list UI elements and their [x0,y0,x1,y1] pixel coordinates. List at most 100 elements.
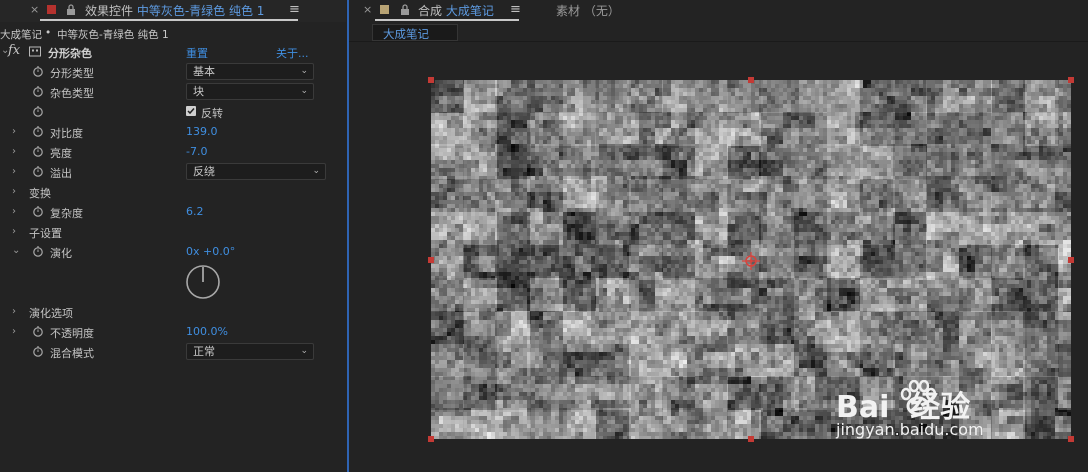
lock-icon[interactable] [400,4,410,15]
comp-subtab-label: 大成笔记 [383,27,429,41]
stopwatch-icon[interactable] [32,85,44,97]
complexity-value[interactable]: 6.2 [186,205,204,218]
noise-type-label: 杂色类型 [50,87,94,100]
noise-type-dropdown[interactable]: 块 ⌄ [186,83,314,100]
evolution-options-row: › 演化选项 [0,302,346,322]
fractal-type-value: 基本 [193,65,215,78]
stopwatch-icon[interactable] [32,325,44,337]
close-comp-tab-button[interactable]: × [363,3,372,16]
comp-subtab-separator [349,41,1088,42]
sub-settings-label[interactable]: 子设置 [29,225,62,241]
fractal-type-label: 分形类型 [50,67,94,80]
footage-tab[interactable]: 素材 （无） [556,2,620,19]
transform-row: › 变换 [0,182,346,202]
opacity-value[interactable]: 100.0% [186,325,228,338]
fx-toggle-icon[interactable]: fx [8,43,20,58]
invert-row: 反转 [0,102,346,122]
checkmark-icon [187,108,195,115]
layer-color-label-icon [47,5,56,14]
layer-handle-top-center[interactable] [748,77,754,83]
expand-chevron-icon[interactable]: › [12,126,16,137]
invert-label: 反转 [201,107,223,120]
sub-settings-row: › 子设置 [0,222,346,242]
breadcrumb-layer[interactable]: 中等灰色-青绿色 纯色 1 [57,27,169,42]
comp-subtab[interactable]: 大成笔记 [372,24,458,41]
evolution-value[interactable]: 0x +0.0° [186,245,235,258]
layer-handle-bottom-center[interactable] [748,436,754,442]
layer-handle-top-right[interactable] [1068,77,1074,83]
noise-type-row: 杂色类型 块 ⌄ [0,82,346,102]
effect-controls-tab-bar: × 效果控件 中等灰色-青绿色 纯色 1 ≡ [0,0,346,22]
breadcrumb-separator: • [45,27,52,39]
invert-checkbox[interactable] [186,106,196,116]
expand-chevron-icon[interactable]: › [12,166,16,177]
brightness-label: 亮度 [50,147,72,160]
fractal-type-row: 分形类型 基本 ⌄ [0,62,346,82]
brightness-value[interactable]: -7.0 [186,145,207,158]
opacity-row: › 不透明度 100.0% [0,322,346,342]
stopwatch-icon[interactable] [32,205,44,217]
active-tab-underline [40,19,298,21]
expand-chevron-icon[interactable]: › [12,186,16,197]
expand-chevron-icon[interactable]: › [12,226,16,237]
complexity-row: › 复杂度 6.2 [0,202,346,222]
watermark-url: jingyan.baidu.com [836,420,984,439]
layer-handle-bottom-right[interactable] [1068,436,1074,442]
noise-type-value: 块 [193,85,204,98]
close-tab-button[interactable]: × [30,3,39,16]
expand-chevron-icon[interactable]: › [12,326,16,337]
comp-tab-name: 大成笔记 [445,4,494,18]
baidu-watermark: Bai 经验 [836,378,1032,425]
effect-preset-icon [29,46,41,57]
brightness-row: › 亮度 -7.0 [0,142,346,162]
stopwatch-icon[interactable] [32,105,44,117]
stopwatch-icon[interactable] [32,125,44,137]
about-link[interactable]: 关于... [276,45,309,61]
reset-link[interactable]: 重置 [186,45,208,61]
contrast-value[interactable]: 139.0 [186,125,218,138]
blend-mode-dropdown[interactable]: 正常 ⌄ [186,343,314,360]
chevron-down-icon: ⌄ [300,86,308,96]
effect-header-row[interactable]: ⌄ fx 分形杂色 重置 关于... [0,43,346,61]
stopwatch-icon[interactable] [32,245,44,257]
layer-handle-middle-right[interactable] [1068,257,1074,263]
opacity-label: 不透明度 [50,327,94,340]
tab-title-layer: 中等灰色-青绿色 纯色 1 [136,4,265,18]
chevron-down-icon: ⌄ [300,346,308,356]
stopwatch-icon[interactable] [32,65,44,77]
comp-color-label-icon [380,5,389,14]
expand-chevron-icon[interactable]: › [12,306,16,317]
effect-controls-tab[interactable]: 效果控件 中等灰色-青绿色 纯色 1 [85,2,264,19]
comp-panel-menu-icon[interactable]: ≡ [510,2,521,17]
evolution-row: ⌄ 演化 0x +0.0° [0,242,346,262]
breadcrumb-comp[interactable]: 大成笔记 [0,27,42,42]
blend-mode-value: 正常 [193,345,215,358]
blend-mode-row: 混合模式 正常 ⌄ [0,342,346,362]
stopwatch-icon[interactable] [32,165,44,177]
lock-icon[interactable] [66,4,76,15]
overflow-dropdown[interactable]: 反绕 ⌄ [186,163,326,180]
collapse-chevron-icon[interactable]: ⌄ [12,245,20,256]
tab-title-prefix: 效果控件 [85,4,134,18]
contrast-label: 对比度 [50,127,83,140]
layer-handle-bottom-left[interactable] [428,436,434,442]
expand-chevron-icon[interactable]: › [12,206,16,217]
complexity-label: 复杂度 [50,207,83,220]
panel-menu-icon[interactable]: ≡ [289,2,300,17]
fractal-type-dropdown[interactable]: 基本 ⌄ [186,63,314,80]
layer-handle-middle-left[interactable] [428,257,434,263]
chevron-down-icon: ⌄ [312,166,320,176]
angle-dial[interactable] [185,264,221,300]
composition-tab[interactable]: 合成 大成笔记 [418,2,494,19]
comp-active-tab-underline [375,19,519,21]
evolution-label: 演化 [50,247,72,260]
anchor-point-icon[interactable] [741,251,761,271]
stopwatch-icon[interactable] [32,145,44,157]
layer-handle-top-left[interactable] [428,77,434,83]
overflow-label: 溢出 [50,167,72,180]
evolution-options-label[interactable]: 演化选项 [29,305,73,321]
transform-label[interactable]: 变换 [29,185,51,201]
stopwatch-icon[interactable] [32,345,44,357]
effect-name: 分形杂色 [48,47,92,60]
expand-chevron-icon[interactable]: › [12,146,16,157]
